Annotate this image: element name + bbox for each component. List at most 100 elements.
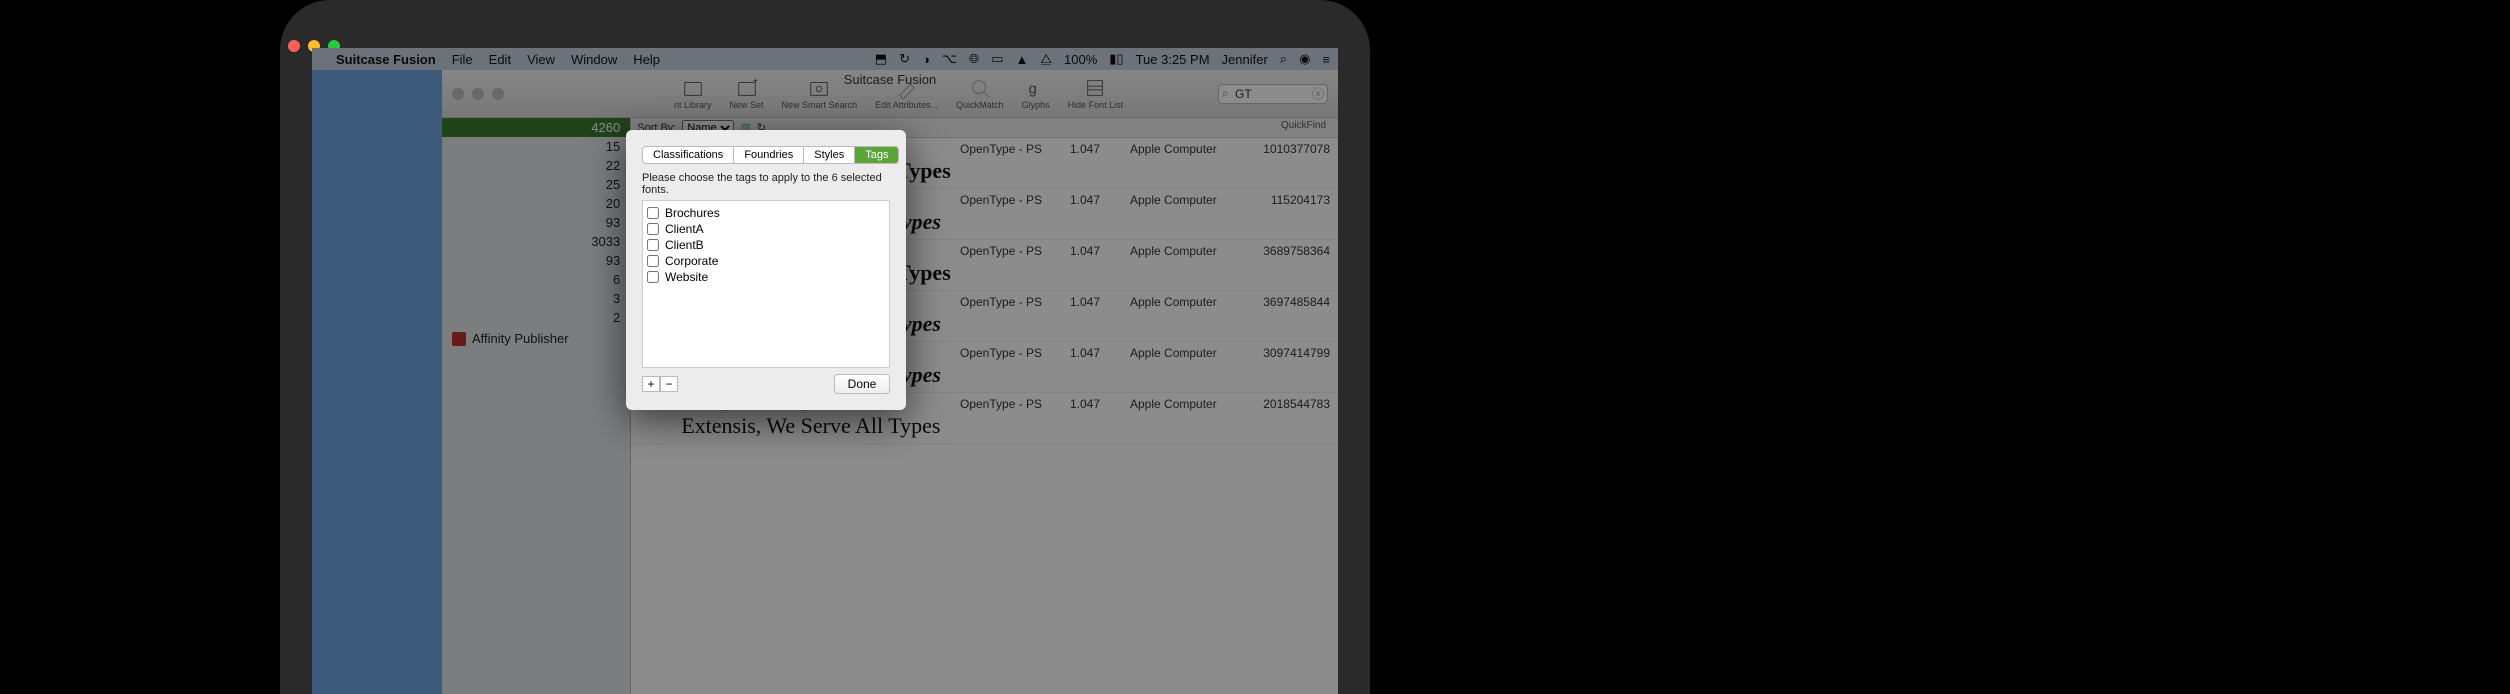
- tag-checkbox[interactable]: [647, 207, 659, 219]
- tag-checkbox[interactable]: [647, 223, 659, 235]
- sidebar-row[interactable]: 22: [442, 156, 630, 175]
- dialog-prompt: Please choose the tags to apply to the 6…: [642, 172, 890, 196]
- tag-checkbox[interactable]: [647, 239, 659, 251]
- quickfind-input[interactable]: GT ⓧ: [1218, 84, 1328, 104]
- font-id: 3097414799: [1240, 346, 1330, 360]
- sidebar-row-count: 3: [613, 291, 620, 306]
- font-id: 3689758364: [1240, 244, 1330, 258]
- device-frame: Suitcase Fusion File Edit View Window He…: [280, 0, 1370, 694]
- tag-list: BrochuresClientA ClientBCorporateWebsite: [642, 200, 890, 368]
- clear-icon[interactable]: ⓧ: [1312, 85, 1324, 102]
- sidebar-row[interactable]: 3033: [442, 232, 630, 251]
- sidebar-row[interactable]: 15: [442, 137, 630, 156]
- font-version: 1.047: [1070, 244, 1120, 258]
- font-format: OpenType - PS: [960, 295, 1060, 309]
- sidebar-row-count: 15: [606, 139, 620, 154]
- airplay-icon[interactable]: ▲: [1016, 52, 1029, 67]
- clock[interactable]: Tue 3:25 PM: [1136, 52, 1210, 67]
- tag-checkbox-row[interactable]: ClientA: [647, 221, 885, 237]
- font-format: OpenType - PS: [960, 142, 1060, 156]
- menu-help[interactable]: Help: [633, 52, 660, 67]
- font-foundry: Apple Computer: [1130, 346, 1230, 360]
- tag-checkbox-row[interactable]: Website: [647, 269, 885, 285]
- font-version: 1.047: [1070, 397, 1120, 411]
- font-version: 1.047: [1070, 193, 1120, 207]
- battery-pct[interactable]: 100%: [1064, 52, 1097, 67]
- menu-window[interactable]: Window: [571, 52, 617, 67]
- tag-checkbox-row[interactable]: Brochures: [647, 205, 885, 221]
- font-foundry: Apple Computer: [1130, 193, 1230, 207]
- font-format: OpenType - PS: [960, 346, 1060, 360]
- sidebar-row-count: 22: [606, 158, 620, 173]
- sidebar-app-label: Affinity Publisher: [472, 331, 569, 346]
- window-title: Suitcase Fusion: [442, 72, 1338, 87]
- wifi-icon[interactable]: ⧋: [1040, 51, 1052, 67]
- sidebar-row-count: 93: [606, 253, 620, 268]
- app-icon: [452, 332, 466, 346]
- tab-foundries[interactable]: Foundries: [734, 147, 804, 163]
- add-tag-button[interactable]: +: [642, 376, 660, 392]
- sidebar-row-count: 2: [613, 310, 620, 325]
- sidebar-row[interactable]: 25: [442, 175, 630, 194]
- user-name[interactable]: Jennifer: [1222, 52, 1268, 67]
- tag-label: Website: [665, 270, 708, 284]
- font-format: OpenType - PS: [960, 244, 1060, 258]
- menubar-app-name[interactable]: Suitcase Fusion: [336, 52, 436, 67]
- globe-icon[interactable]: 🌐︎: [969, 51, 979, 67]
- font-id: 1010377078: [1240, 142, 1330, 156]
- remove-tag-button[interactable]: −: [660, 376, 678, 392]
- font-id: 115204173: [1240, 193, 1330, 207]
- sidebar-row[interactable]: 4260: [442, 118, 630, 137]
- battery-icon[interactable]: ▮▯: [1109, 51, 1123, 67]
- tag-checkbox-row[interactable]: Corporate: [647, 253, 885, 269]
- notification-center-icon[interactable]: ≡: [1322, 52, 1330, 67]
- sidebar-row[interactable]: 93: [442, 213, 630, 232]
- sidebar: 4260 15 22 25 20 93 3033 93 6 3 2 Affinity Publish…: [442, 118, 631, 694]
- font-foundry: Apple Computer: [1130, 244, 1230, 258]
- tab-tags[interactable]: Tags: [855, 147, 898, 163]
- sidebar-row-count: 3033: [591, 234, 620, 249]
- dropbox-icon[interactable]: ⬒: [875, 51, 887, 67]
- tab-styles[interactable]: Styles: [804, 147, 855, 163]
- font-foundry: Apple Computer: [1130, 142, 1230, 156]
- siri-icon[interactable]: ◉: [1299, 51, 1310, 67]
- sidebar-row[interactable]: 3: [442, 289, 630, 308]
- sidebar-row-count: 4260: [591, 120, 620, 135]
- close-icon[interactable]: [452, 88, 464, 100]
- sidebar-app-affinity[interactable]: Affinity Publisher: [442, 327, 630, 350]
- sidebar-row[interactable]: 20: [442, 194, 630, 213]
- sidebar-row-count: 93: [606, 215, 620, 230]
- tag-checkbox[interactable]: [647, 255, 659, 267]
- close-icon: [288, 40, 300, 52]
- sync-icon[interactable]: ↻: [899, 51, 910, 67]
- display-icon[interactable]: ▭: [991, 51, 1003, 67]
- minimize-icon[interactable]: [472, 88, 484, 100]
- sidebar-row[interactable]: 6: [442, 270, 630, 289]
- menu-view[interactable]: View: [527, 52, 555, 67]
- font-foundry: Apple Computer: [1130, 397, 1230, 411]
- font-format: OpenType - PS: [960, 193, 1060, 207]
- cc-icon[interactable]: ◑: [922, 52, 930, 67]
- menu-extra-icon[interactable]: ⌥: [942, 51, 957, 67]
- font-version: 1.047: [1070, 346, 1120, 360]
- tag-checkbox-row[interactable]: ClientB: [647, 237, 885, 253]
- sidebar-row[interactable]: 93: [442, 251, 630, 270]
- dialog-tabs: Classifications Foundries Styles Tags: [642, 146, 899, 164]
- done-button[interactable]: Done: [834, 374, 890, 394]
- tab-classifications[interactable]: Classifications: [643, 147, 734, 163]
- titlebar: Suitcase Fusion nt Library New Set New S…: [442, 70, 1338, 118]
- spotlight-icon[interactable]: ⌕: [1280, 51, 1287, 67]
- menu-file[interactable]: File: [452, 52, 473, 67]
- tag-label: ClientA: [665, 222, 704, 236]
- tags-dialog: Classifications Foundries Styles Tags Pl…: [626, 130, 906, 410]
- zoom-icon[interactable]: [492, 88, 504, 100]
- sidebar-row-count: 20: [606, 196, 620, 211]
- sidebar-row-count: 25: [606, 177, 620, 192]
- sidebar-row[interactable]: 2: [442, 308, 630, 327]
- quickfind-label: QuickFind: [1281, 120, 1326, 131]
- macos-menubar: Suitcase Fusion File Edit View Window He…: [312, 48, 1338, 70]
- menu-edit[interactable]: Edit: [489, 52, 511, 67]
- tag-checkbox[interactable]: [647, 271, 659, 283]
- font-version: 1.047: [1070, 295, 1120, 309]
- tag-label: ClientB: [665, 238, 704, 252]
